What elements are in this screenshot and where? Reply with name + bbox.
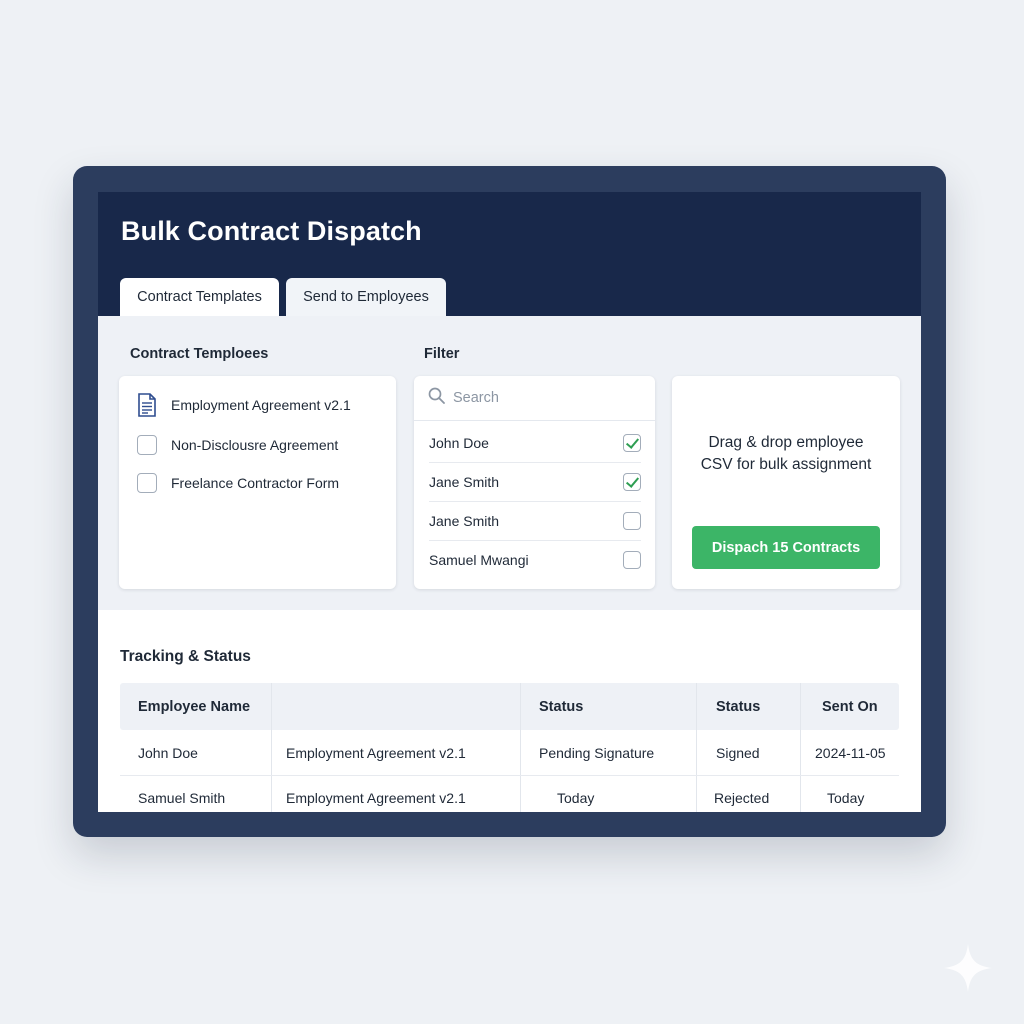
- sparkle-icon: [944, 944, 992, 992]
- tracking-heading: Tracking & Status: [120, 648, 251, 665]
- employee-checkbox[interactable]: [623, 511, 641, 530]
- table-cell-sent-on: Today: [827, 790, 865, 806]
- templates-heading: Contract Temploees: [130, 346, 269, 362]
- template-item-employment[interactable]: Employment Agreement v2.1: [137, 393, 351, 417]
- employee-checkbox[interactable]: [623, 433, 641, 452]
- column-divider: [271, 683, 272, 812]
- dropzone-line-2: CSV for bulk assignment: [700, 456, 872, 473]
- employee-row[interactable]: Jane Smith: [414, 462, 641, 501]
- column-header-status[interactable]: Status: [539, 683, 583, 730]
- table-cell-employee: Samuel Smith: [138, 790, 226, 806]
- employee-name: Jane Smith: [429, 473, 500, 490]
- employee-checkbox[interactable]: [623, 472, 641, 491]
- dropzone-line-1: Drag & drop employee: [708, 434, 864, 451]
- search-icon: [428, 387, 445, 409]
- dispatch-contracts-button[interactable]: Dispach 15 Contracts: [692, 526, 880, 569]
- table-cell-status-2: Signed: [716, 744, 760, 761]
- employee-name: John Doe: [429, 434, 489, 451]
- csv-dropzone[interactable]: Drag & drop employee CSV for bulk assign…: [672, 376, 900, 589]
- employee-row[interactable]: Samuel Mwangi: [414, 540, 641, 579]
- table-cell-status: Today: [557, 790, 595, 806]
- column-divider: [696, 683, 697, 812]
- column-header-employee-name[interactable]: Employee Name: [138, 683, 250, 730]
- table-cell-employee: John Doe: [138, 744, 198, 761]
- search-input[interactable]: [453, 390, 633, 406]
- employee-checkbox[interactable]: [623, 550, 641, 569]
- employee-row[interactable]: Jane Smith: [414, 501, 641, 540]
- filter-heading: Filter: [424, 346, 460, 362]
- dropzone-instructions: Drag & drop employee CSV for bulk assign…: [672, 432, 900, 476]
- template-label: Freelance Contractor Form: [171, 475, 340, 491]
- template-item-freelance[interactable]: Freelance Contractor Form: [137, 473, 339, 493]
- column-divider: [520, 683, 521, 812]
- table-cell-status-2: Rejected: [714, 790, 770, 806]
- employee-row[interactable]: John Doe: [414, 423, 641, 462]
- employee-name: Jane Smith: [429, 512, 500, 529]
- template-checkbox[interactable]: [137, 435, 157, 455]
- tab-send-to-employees[interactable]: Send to Employees: [286, 278, 446, 316]
- app-header: Bulk Contract Dispatch Contract Template…: [98, 192, 921, 316]
- table-cell-template: Employment Agreement v2.1: [286, 744, 466, 761]
- template-label: Employment Agreement v2.1: [171, 397, 351, 413]
- column-header-sent-on[interactable]: Sent On: [822, 683, 878, 730]
- template-item-nda[interactable]: Non-Disclousre Agreement: [137, 435, 338, 455]
- search-bar[interactable]: [414, 376, 655, 421]
- template-checkbox[interactable]: [137, 473, 157, 493]
- table-cell-sent-on: 2024-11-05: [815, 744, 886, 761]
- tab-content: Contract Temploees Filter Employment Agr…: [98, 316, 921, 610]
- filter-card: John Doe Jane Smith Jane Smith Samuel Mw…: [414, 376, 655, 589]
- table-cell-status: Pending Signature: [539, 744, 655, 761]
- row-divider: [120, 775, 899, 776]
- document-icon: [137, 393, 157, 417]
- table-cell-template: Employment Agreement v2.1: [286, 790, 466, 806]
- tab-contract-templates[interactable]: Contract Templates: [120, 278, 279, 316]
- app-window: Bulk Contract Dispatch Contract Template…: [98, 192, 921, 812]
- template-label: Non-Disclousre Agreement: [171, 437, 339, 453]
- page-title: Bulk Contract Dispatch: [121, 216, 422, 246]
- templates-card: Employment Agreement v2.1 Non-Disclousre…: [119, 376, 396, 589]
- column-header-status-2[interactable]: Status: [716, 683, 760, 730]
- column-divider: [800, 683, 801, 812]
- employee-name: Samuel Mwangi: [429, 551, 529, 568]
